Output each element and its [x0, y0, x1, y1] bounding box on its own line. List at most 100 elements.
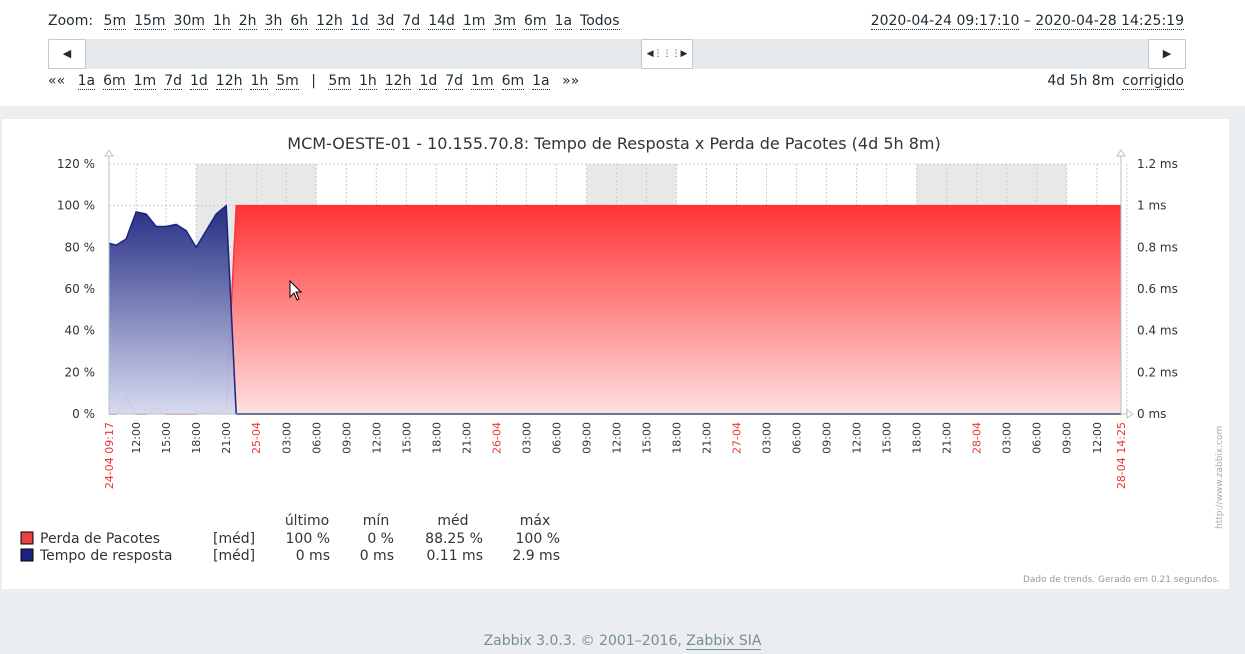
drag-handle-icon: ◀⋮⋮⋮▶ [646, 49, 688, 59]
zoom-option-10[interactable]: 7d [402, 13, 421, 30]
x-tick-label: 06:00 [550, 422, 563, 454]
nav-back-link-0[interactable]: 1a [77, 73, 96, 90]
x-tick-label: 06:00 [1031, 422, 1044, 454]
legend-name: Tempo de resposta [39, 548, 172, 564]
nav-forward-link-4[interactable]: 7d [445, 73, 464, 90]
nav-forward-link-2[interactable]: 12h [384, 73, 412, 90]
nav-back-link-3[interactable]: 7d [164, 73, 182, 90]
x-tick-label: 24-04 09:17 [103, 422, 116, 489]
legend-header: mín [363, 513, 389, 529]
footer-text: Zabbix 3.0.3. © 2001–2016, [483, 633, 687, 649]
scroll-left-button[interactable]: ◀ [48, 39, 86, 69]
fixed-mode-link[interactable]: corrigido [1122, 73, 1184, 90]
zoom-option-9[interactable]: 3d [376, 13, 395, 30]
navigation-row: «« 1a 6m 1m 7d 1d 12h 1h 5m | 5m 1h 12h 1d 7d 1m 6m 1a… [48, 73, 587, 90]
zoom-option-3[interactable]: 1h [212, 13, 231, 30]
nav-forward-link-7[interactable]: 1a [532, 73, 550, 90]
y-right-tick: 0.6 ms [1137, 282, 1178, 296]
legend-max: 100 % [516, 531, 560, 547]
nav-forward-link-5[interactable]: 1m [471, 73, 494, 90]
nav-back-link-4[interactable]: 1d [189, 73, 208, 90]
x-tick-label: 12:00 [1091, 422, 1104, 454]
y-right-tick: 0 ms [1137, 407, 1166, 421]
nav-back-link-5[interactable]: 12h [215, 73, 243, 90]
zoom-option-13[interactable]: 3m [493, 13, 516, 30]
zoom-option-1[interactable]: 15m [134, 13, 166, 30]
x-tick-label: 09:00 [1061, 422, 1074, 454]
nav-back-all[interactable]: «« [48, 73, 65, 89]
y-left-arrow-icon [104, 149, 114, 157]
nav-forward-link-3[interactable]: 1d [419, 73, 438, 90]
y-right-arrow-icon [1116, 149, 1126, 157]
zoom-row: Zoom: 5m 15m 30m 1h 2h 3h 6h 12h 1d 3d 7d 14d 1m 3m 6m… [48, 13, 628, 30]
nav-back-link-6[interactable]: 1h [250, 73, 269, 90]
x-tick-label: 28-04 [971, 422, 984, 454]
watermark: http://www.zabbix.com [1215, 426, 1225, 529]
zoom-option-11[interactable]: 14d [428, 13, 455, 30]
nav-back-link-2[interactable]: 1m [133, 73, 157, 90]
period-separator: – [1019, 13, 1036, 29]
zoom-option-2[interactable]: 30m [173, 13, 205, 30]
zoom-option-15[interactable]: 1a [554, 13, 573, 30]
x-tick-label: 12:00 [851, 422, 864, 454]
x-tick-label: 03:00 [280, 422, 293, 454]
y-right-tick: 1.2 ms [1137, 157, 1178, 171]
x-tick-label: 26-04 [490, 422, 503, 454]
x-tick-label: 03:00 [1001, 422, 1014, 454]
legend-name: Perda de Pacotes [40, 531, 160, 547]
period-from-link[interactable]: 2020-04-24 09:17:10 [870, 13, 1020, 30]
legend-func: [méd] [213, 548, 255, 564]
zoom-option-5[interactable]: 3h [264, 13, 283, 30]
fixed-period: 4d 5h 8m corrigido [1047, 73, 1184, 90]
y-right-tick: 0.2 ms [1137, 365, 1178, 379]
nav-forward-all[interactable]: »» [562, 73, 579, 89]
x-tick-label: 15:00 [160, 422, 173, 454]
zoom-option-7[interactable]: 12h [316, 13, 343, 30]
legend-last: 100 % [286, 531, 330, 547]
legend-max: 2.9 ms [512, 548, 560, 564]
trend-note: Dado de trends. Gerado em 0.21 segundos. [1023, 575, 1220, 585]
y-left-tick: 0 % [72, 407, 95, 421]
x-tick-label: 27-04 [731, 422, 744, 454]
x-tick-label: 21:00 [460, 422, 473, 454]
scroll-right-button[interactable]: ▶ [1148, 39, 1186, 69]
time-controls: Zoom: 5m 15m 30m 1h 2h 3h 6h 12h 1d 3d 7d 14d 1m 3m 6m… [0, 0, 1245, 106]
zoom-option-6[interactable]: 6h [290, 13, 309, 30]
zoom-option-8[interactable]: 1d [350, 13, 369, 30]
legend-last: 0 ms [296, 548, 330, 564]
legend-avg: 88.25 % [425, 531, 483, 547]
footer-link[interactable]: Zabbix SIA [686, 633, 762, 650]
x-tick-label: 28-04 14:25 [1115, 422, 1128, 489]
x-tick-label: 03:00 [761, 422, 774, 454]
legend: último mín méd máx Perda de Pacotes [méd] 100 … [20, 513, 560, 564]
series-perda-area [108, 205, 1121, 414]
zoom-option-0[interactable]: 5m [103, 13, 127, 30]
nav-forward-link-1[interactable]: 1h [358, 73, 377, 90]
triangle-left-icon: ◀ [62, 47, 72, 60]
y-left-tick: 60 % [65, 282, 96, 296]
triangle-right-icon: ▶ [1162, 47, 1172, 60]
nav-back-link-7[interactable]: 5m [276, 73, 299, 90]
zoom-option-4[interactable]: 2h [238, 13, 257, 30]
nav-back-link-1[interactable]: 6m [103, 73, 126, 90]
plot-area: 120 % 100 % 80 % 60 % 40 % 20 % 0 % 1.2 ms 1 ms 0… [57, 149, 1178, 489]
zoom-option-12[interactable]: 1m [462, 13, 486, 30]
nav-forward-link-6[interactable]: 6m [501, 73, 525, 90]
y-left-tick: 80 % [65, 240, 96, 254]
period-to-link[interactable]: 2020-04-28 14:25:19 [1035, 13, 1184, 30]
x-tick-label: 09:00 [340, 422, 353, 454]
time-scrollbar[interactable]: ◀ ◀⋮⋮⋮▶ ▶ [48, 39, 1186, 69]
graph-svg: MCM-OESTE-01 - 10.155.70.8: Tempo de Res… [20, 134, 1225, 585]
series-tempo-area [108, 205, 237, 414]
legend-avg: 0.11 ms [426, 548, 483, 564]
x-tick-label: 15:00 [881, 422, 894, 454]
scroll-thumb[interactable]: ◀⋮⋮⋮▶ [641, 39, 693, 69]
zoom-option-14[interactable]: 6m [523, 13, 547, 30]
zoom-option-16[interactable]: Todos [580, 13, 620, 30]
footer: Zabbix 3.0.3. © 2001–2016, Zabbix SIA [0, 633, 1245, 650]
y-left-tick: 20 % [65, 365, 96, 379]
y-left-tick: 40 % [65, 324, 96, 338]
x-tick-label: 15:00 [400, 422, 413, 454]
x-tick-label: 18:00 [670, 422, 683, 454]
nav-forward-link-0[interactable]: 5m [328, 73, 351, 90]
